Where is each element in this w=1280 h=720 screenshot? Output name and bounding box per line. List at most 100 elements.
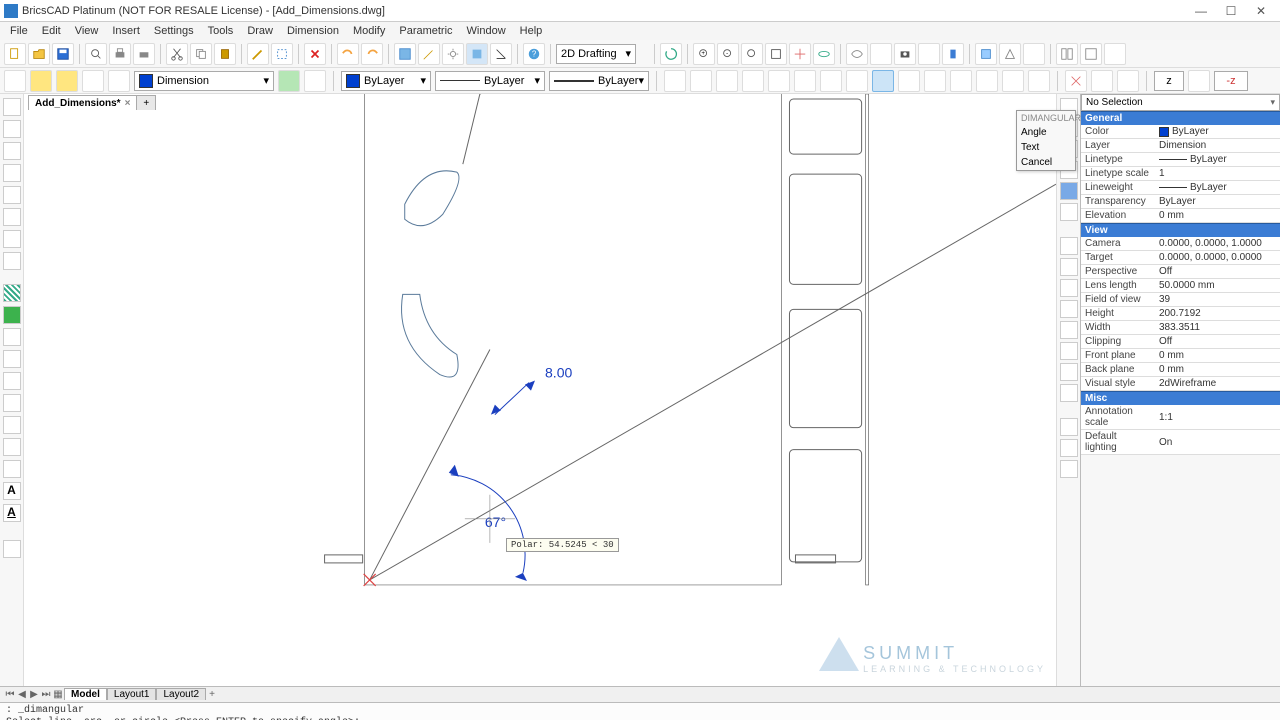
solid-tool-icon[interactable]: [3, 416, 21, 434]
mtext-tool-icon[interactable]: A: [3, 504, 21, 522]
snap-ins-icon[interactable]: [846, 70, 868, 92]
layer-filter-icon[interactable]: [278, 70, 300, 92]
properties-section-general[interactable]: General: [1081, 111, 1280, 125]
lineweight-combo[interactable]: ByLayer▾: [549, 71, 649, 91]
settings-icon[interactable]: [442, 43, 464, 65]
print-icon[interactable]: [109, 43, 131, 65]
snap-app-icon[interactable]: [950, 70, 972, 92]
prop-row[interactable]: Field of view39: [1081, 293, 1280, 307]
layer-plot-icon[interactable]: [108, 70, 130, 92]
close-button[interactable]: ✕: [1246, 2, 1276, 20]
section-icon[interactable]: [1023, 43, 1045, 65]
menu-window[interactable]: Window: [461, 24, 512, 38]
revcloud-tool-icon[interactable]: [3, 438, 21, 456]
snap-settings-icon[interactable]: [1117, 70, 1139, 92]
render-icon[interactable]: [999, 43, 1021, 65]
viewport2-icon[interactable]: [1080, 43, 1102, 65]
snap-perp-icon[interactable]: [872, 70, 894, 92]
snap-none-icon[interactable]: [1002, 70, 1024, 92]
snap-near-icon[interactable]: [924, 70, 946, 92]
erase-icon[interactable]: [304, 43, 326, 65]
properties-icon[interactable]: [466, 43, 488, 65]
properties-section-misc[interactable]: Misc: [1081, 391, 1280, 405]
snap-from-icon[interactable]: [1028, 70, 1050, 92]
tab-next-icon[interactable]: ▶: [28, 689, 40, 700]
table-tool-icon[interactable]: [3, 460, 21, 478]
undo-icon[interactable]: [337, 43, 359, 65]
z-lock-icon[interactable]: [1188, 70, 1210, 92]
paste-icon[interactable]: [214, 43, 236, 65]
menu-draw[interactable]: Draw: [241, 24, 279, 38]
rt-extend-icon[interactable]: [1060, 300, 1078, 318]
tool-palette-icon[interactable]: [394, 43, 416, 65]
prop-row[interactable]: Elevation0 mm: [1081, 209, 1280, 223]
prop-row[interactable]: PerspectiveOff: [1081, 265, 1280, 279]
snap-endpoint-icon[interactable]: [664, 70, 686, 92]
plot-icon[interactable]: [133, 43, 155, 65]
neg-z-combo[interactable]: -z: [1214, 71, 1248, 91]
print-preview-icon[interactable]: [85, 43, 107, 65]
color-combo[interactable]: ByLayer▾: [341, 71, 431, 91]
menu-file[interactable]: File: [4, 24, 34, 38]
menu-tools[interactable]: Tools: [202, 24, 240, 38]
command-line[interactable]: : _dimangular Select line, arc, or circl…: [0, 702, 1280, 720]
prop-row[interactable]: Width383.3511: [1081, 321, 1280, 335]
camera-icon[interactable]: [894, 43, 916, 65]
prop-row[interactable]: Lens length50.0000 mm: [1081, 279, 1280, 293]
region-tool-icon[interactable]: [3, 306, 21, 324]
rt-mirror-icon[interactable]: [1060, 182, 1078, 200]
prop-row[interactable]: ColorByLayer: [1081, 125, 1280, 139]
copy-icon[interactable]: [190, 43, 212, 65]
menu-view[interactable]: View: [69, 24, 105, 38]
regen-icon[interactable]: [660, 43, 682, 65]
layer-bulb-icon[interactable]: [30, 70, 52, 92]
spline-tool-icon[interactable]: [3, 230, 21, 248]
tab-last-icon[interactable]: ⏭: [40, 689, 52, 700]
prop-row[interactable]: ClippingOff: [1081, 335, 1280, 349]
menu-parametric[interactable]: Parametric: [393, 24, 458, 38]
prop-row[interactable]: Linetype scale1: [1081, 167, 1280, 181]
layer-state-icon[interactable]: [304, 70, 326, 92]
rt-fillet-icon[interactable]: [1060, 363, 1078, 381]
menu-settings[interactable]: Settings: [148, 24, 200, 38]
new-icon[interactable]: [4, 43, 26, 65]
hatch-tool-icon[interactable]: [3, 284, 21, 302]
context-menu-cancel[interactable]: Cancel: [1017, 155, 1075, 170]
named-views-icon[interactable]: [870, 43, 892, 65]
minimize-button[interactable]: —: [1186, 2, 1216, 20]
menu-modify[interactable]: Modify: [347, 24, 391, 38]
ucs-icon[interactable]: [918, 43, 940, 65]
prop-row[interactable]: Annotation scale1:1: [1081, 405, 1280, 430]
drawing-canvas[interactable]: 8.00 67°: [24, 94, 1056, 685]
menu-insert[interactable]: Insert: [106, 24, 146, 38]
menu-edit[interactable]: Edit: [36, 24, 67, 38]
tab-first-icon[interactable]: ⏮: [4, 689, 16, 700]
help-icon[interactable]: ?: [523, 43, 545, 65]
snap-mid-icon[interactable]: [690, 70, 712, 92]
animation-icon[interactable]: [1104, 43, 1126, 65]
prop-row[interactable]: Height200.7192: [1081, 307, 1280, 321]
zoom-in-icon[interactable]: +: [693, 43, 715, 65]
rt-join-icon[interactable]: [1060, 342, 1078, 360]
snap-quad-icon[interactable]: [768, 70, 790, 92]
save-icon[interactable]: [52, 43, 74, 65]
rt-explode-icon[interactable]: [1060, 418, 1078, 436]
materials-icon[interactable]: [975, 43, 997, 65]
zoom-extents-icon[interactable]: [741, 43, 763, 65]
point-tool-icon[interactable]: [3, 252, 21, 270]
linetype-combo[interactable]: ByLayer▾: [435, 71, 545, 91]
menu-help[interactable]: Help: [514, 24, 549, 38]
redo-icon[interactable]: [361, 43, 383, 65]
rt-offset-icon[interactable]: [1060, 258, 1078, 276]
snap-ext-icon[interactable]: [820, 70, 842, 92]
prop-row[interactable]: LineweightByLayer: [1081, 181, 1280, 195]
rt-quickmod-icon[interactable]: [1060, 460, 1078, 478]
maximize-button[interactable]: ☐: [1216, 2, 1246, 20]
zoom-out-icon[interactable]: -: [717, 43, 739, 65]
prop-row[interactable]: Visual style2dWireframe: [1081, 377, 1280, 391]
circle-tool-icon[interactable]: [3, 186, 21, 204]
wipeout-tool-icon[interactable]: [3, 350, 21, 368]
snap-clear-icon[interactable]: [1065, 70, 1087, 92]
prop-row[interactable]: Back plane0 mm: [1081, 363, 1280, 377]
drawing-area[interactable]: Add_Dimensions*× +: [24, 94, 1056, 686]
